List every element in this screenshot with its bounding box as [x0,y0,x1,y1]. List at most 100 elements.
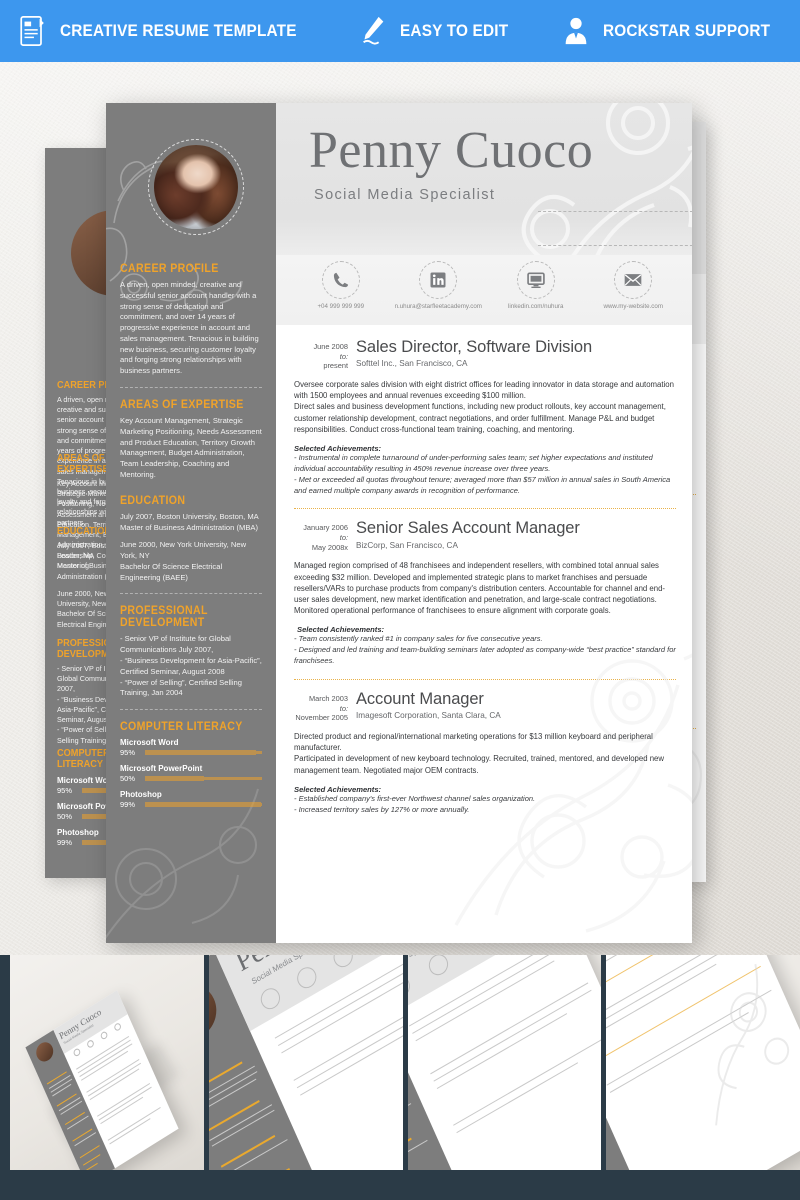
contact-circle [321,261,360,299]
header-dashed-rule [538,245,692,246]
sidebar-section-areas-of-expertise: AREAS OF EXPERTISE Key Account Managemen… [120,399,262,481]
document-resume-icon [20,16,44,46]
thumbnail-mockup: Penny Cuoco Social Media Specialist [208,955,403,1170]
job-description: Oversee corporate sales division with ei… [294,379,674,434]
resume-header: Penny Cuoco Social Media Specialist [276,103,692,255]
job-date-end: present [323,361,348,371]
thumbnail-angled-full-page[interactable]: Penny Cuoco Social Media Specialist [10,955,204,1170]
sidebar-divider [120,709,262,711]
mock-contact-circle [113,1021,123,1033]
job-title: Account Manager [356,690,484,709]
pen-edit-icon [363,16,384,45]
mock-sheet: Penny Cuoco Social Media Specialist [25,990,179,1170]
job-subtitle: Social Media Specialist [314,187,496,203]
contact-label: www.my-website.com [603,303,663,310]
sidebar-divider [120,593,262,595]
contact-label: +04 999 999 999 [317,303,365,310]
job-dates: March 2003 to: November 2005 [294,691,356,723]
mock-sidebar [606,955,658,1170]
job-dates: June 2008 to: present [294,339,356,371]
job-date-to: to: [339,351,348,361]
resume-main-column: Penny Cuoco Social Media Specialist +04 … [276,103,692,943]
header-dashed-rule [538,211,692,212]
education-entry: June 2000, New York University, New York… [120,540,247,582]
resume-sidebar: CAREER PROFILE A driven, open minded, cr… [106,103,276,943]
banner-item-creative-resume-template: CREATIVE RESUME TEMPLATE [0,9,336,53]
banner-item-easy-to-edit: EASY TO EDIT [336,9,538,53]
achievement-item: - Instrumental in complete turnaround of… [294,452,653,473]
job-company: Softtel Inc., San Francisco, CA [356,359,468,369]
contact-circle [614,261,653,299]
job-date-start: March 2003 [308,694,348,704]
contact-email[interactable]: n.uhura@starfleetacademy.com [390,261,488,310]
thumbnail-closeup-body[interactable] [606,955,800,1170]
contact-circle [419,261,458,299]
education-entry: July 2007, Boston University, Boston, MA… [120,511,259,532]
skill-bar-track [145,776,262,782]
skill-percent: 50% [57,812,73,821]
job-title: Sales Director, Software Division [356,338,593,356]
avatar [154,145,238,229]
monitor-icon [527,272,545,288]
sidebar-section-education: EDUCATION July 2007, Boston University, … [120,495,262,584]
thumbnail-closeup-header-right[interactable]: nny Cuoco ial Media Specialist [407,955,602,1170]
linkedin-icon [430,272,446,288]
achievements-heading: Selected Achievements: [297,625,385,635]
achievement-item: - Designed and led training and team-bui… [294,645,676,666]
sidebar-section-career-profile: CAREER PROFILE A driven, open minded, cr… [120,263,262,377]
achievement-item: - Met or exceeded all quotas throughout … [294,474,671,495]
skill-percent: 95% [57,786,73,795]
job-date-to: to: [339,533,348,543]
banner-label: ROCKSTAR SUPPORT [602,21,770,40]
job-entry: March 2003 to: November 2005 Account Man… [294,690,676,816]
contact-phone[interactable]: +04 999 999 999 [292,261,390,310]
avatar-zone [120,103,262,263]
support-person-icon [565,17,586,45]
achievements-heading: Selected Achievements: [294,784,382,794]
contact-linkedin[interactable]: linkedin.com/nuhura [487,261,585,310]
skill-item: Photoshop 99% [120,790,262,809]
banner-label: CREATIVE RESUME TEMPLATE [59,21,297,40]
thumbnail-closeup-header-left[interactable]: Penny Cuoco Social Media Specialist [208,955,403,1170]
contact-label: n.uhura@starfleetacademy.com [394,303,482,310]
mock-contact-circle [99,1030,109,1041]
job-separator [294,679,676,681]
achievement-item: - Established company's first-ever North… [294,793,536,803]
section-text: A driven, open minded, creative and succ… [120,280,259,376]
job-title: Senior Sales Account Manager [356,519,580,538]
envelope-icon [624,274,642,286]
sidebar-section-computer-literacy: COMPUTER LITERACY Microsoft Word 95% Mic… [120,721,262,809]
thumbnail-mockup: Penny Cuoco Social Media Specialist [10,955,204,1170]
banner-item-rockstar-support: ROCKSTAR SUPPORT [539,9,800,53]
section-text: - Senior VP of Institute for Global Comm… [120,634,262,698]
achievement-item: - Increased territory sales by 127% or m… [294,804,470,814]
skill-item: Microsoft Word 95% [120,738,262,757]
section-text: Key Account Management, Strategic Market… [120,416,262,479]
skill-bar-fill [145,750,257,756]
page-root: CREATIVE RESUME TEMPLATE EASY TO EDIT RO… [0,0,800,1200]
section-heading: PROFESSIONAL DEVELOPMENT [120,605,208,630]
job-date-to: to: [339,703,348,713]
skill-name: Microsoft Word [120,738,179,748]
skill-bar-fill [145,802,261,808]
skill-bar-track [145,750,262,756]
skill-percent: 99% [120,800,136,810]
achievements-heading: Selected Achievements: [294,443,382,453]
skill-name: Microsoft PowerPoint [120,764,203,774]
job-separator [294,508,676,510]
resume-sidebar-content: CAREER PROFILE A driven, open minded, cr… [106,103,276,809]
job-entry: January 2006 to: May 2008x Senior Sales … [294,520,676,667]
job-date-start: January 2006 [303,523,348,533]
job-description: Directed product and regional/internatio… [294,731,665,775]
job-date-start: June 2008 [313,342,348,351]
job-entry: June 2008 to: present Sales Director, So… [294,338,676,496]
experience-section: June 2008 to: present Sales Director, So… [276,325,692,933]
achievement-item: - Team consistently ranked #1 in company… [294,634,543,644]
floral-ornament-icon [715,963,790,1126]
skill-bar-fill [145,776,204,782]
mock-contact-circle [86,1038,95,1049]
skill-percent: 50% [120,774,136,784]
mock-sheet: nny Cuoco ial Media Specialist [407,955,602,1170]
contact-website[interactable]: www.my-website.com [585,261,683,310]
skill-percent: 99% [57,838,73,847]
